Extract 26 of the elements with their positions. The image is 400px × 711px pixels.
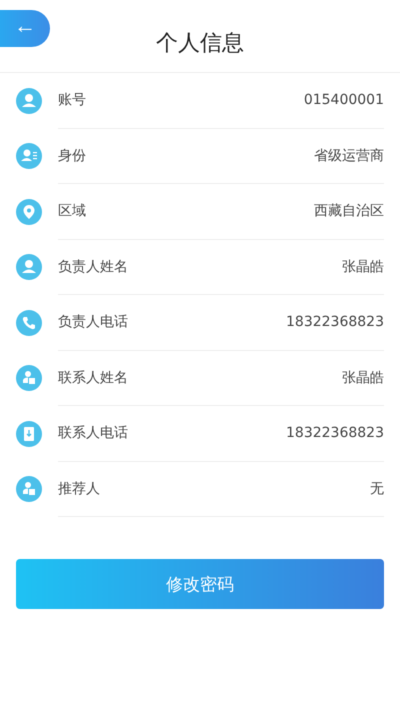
field-value: 无: [370, 480, 384, 498]
person-list-icon: [16, 143, 42, 170]
field-value: 张晶皓: [342, 258, 384, 276]
location-pin-icon: [16, 198, 42, 225]
contact-icon: [16, 365, 42, 392]
field-label: 推荐人: [58, 480, 100, 498]
field-label: 联系人姓名: [58, 368, 128, 387]
field-label: 区域: [58, 202, 86, 220]
field-label: 负责人电话: [58, 313, 128, 332]
page-title: 个人信息: [156, 30, 244, 58]
contact-icon: [16, 476, 42, 502]
field-label: 身份: [58, 146, 86, 165]
change-password-button[interactable]: 修改密码: [16, 559, 384, 609]
field-value: 015400001: [304, 92, 384, 108]
field-value: 18322368823: [286, 314, 384, 330]
field-label: 负责人姓名: [58, 258, 128, 276]
field-value: 省级运营商: [314, 146, 384, 165]
person-icon: [16, 88, 42, 114]
phone-icon: [16, 310, 42, 336]
field-label: 联系人电话: [58, 424, 128, 442]
field-value: 西藏自治区: [314, 202, 384, 220]
back-button[interactable]: ←: [0, 10, 50, 46]
field-label: 账号: [58, 91, 86, 110]
field-value: 18322368823: [286, 425, 384, 442]
field-value: 张晶皓: [342, 368, 384, 387]
person-icon: [16, 254, 42, 280]
